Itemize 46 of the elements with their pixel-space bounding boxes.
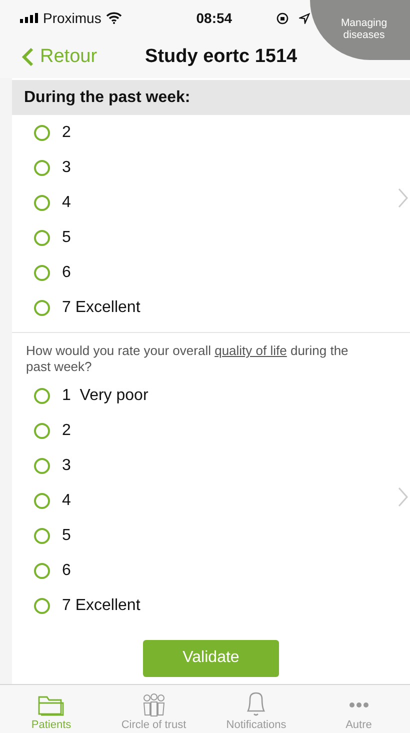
chevron-right-icon[interactable] bbox=[398, 486, 408, 506]
option-label: 3 bbox=[62, 158, 71, 176]
carrier-name: Proximus bbox=[43, 10, 102, 26]
radio-button[interactable] bbox=[34, 264, 50, 280]
back-chevron-icon bbox=[22, 47, 34, 67]
more-icon bbox=[348, 702, 369, 708]
question-text: How would you rate your overall quality of life during the past week? bbox=[26, 343, 350, 376]
radio-button[interactable] bbox=[34, 493, 50, 509]
tab[interactable]: Circle of trust bbox=[102, 685, 205, 733]
radio-button[interactable] bbox=[34, 423, 50, 439]
radio-button[interactable] bbox=[34, 300, 50, 316]
radio-button[interactable] bbox=[34, 388, 50, 404]
radio-button[interactable] bbox=[34, 563, 50, 579]
option-label: 6 bbox=[62, 264, 71, 282]
option-label: 7 Excellent bbox=[62, 298, 140, 316]
tab[interactable]: Patients bbox=[0, 685, 102, 733]
option-label: 2 bbox=[62, 422, 71, 440]
option-label: 2 bbox=[62, 124, 71, 142]
nav-title: Study eortc 1514 bbox=[145, 46, 298, 68]
quality-of-life-link[interactable]: quality of life bbox=[214, 343, 287, 358]
rotation-lock-icon bbox=[276, 12, 289, 24]
status-time: 08:54 bbox=[196, 10, 232, 26]
location-icon bbox=[298, 12, 310, 24]
option-label: 3 bbox=[62, 457, 71, 475]
tab[interactable]: Autre bbox=[308, 685, 410, 733]
signal-icon bbox=[20, 13, 38, 23]
chevron-right-icon[interactable] bbox=[398, 188, 408, 208]
radio-button[interactable] bbox=[34, 194, 50, 210]
validate-button[interactable]: Validate bbox=[143, 640, 279, 676]
section-header: During the past week: bbox=[12, 80, 410, 115]
radio-button[interactable] bbox=[34, 160, 50, 176]
radio-button[interactable] bbox=[34, 528, 50, 544]
option-label: 5 bbox=[62, 228, 71, 246]
radio-button[interactable] bbox=[34, 124, 50, 140]
radio-button[interactable] bbox=[34, 230, 50, 246]
option-label: 7 Excellent bbox=[62, 597, 140, 615]
tab[interactable]: Notifications bbox=[205, 685, 308, 733]
back-button[interactable]: Retour bbox=[0, 46, 98, 68]
option-label: 6 bbox=[62, 562, 71, 580]
option-label: 5 bbox=[62, 527, 71, 545]
radio-button[interactable] bbox=[34, 598, 50, 614]
option-label: 4 bbox=[62, 194, 71, 212]
option-label: 4 bbox=[62, 492, 71, 510]
option-label: 1 Very poor bbox=[62, 387, 148, 405]
radio-button[interactable] bbox=[34, 458, 50, 474]
wifi-icon bbox=[106, 12, 122, 24]
